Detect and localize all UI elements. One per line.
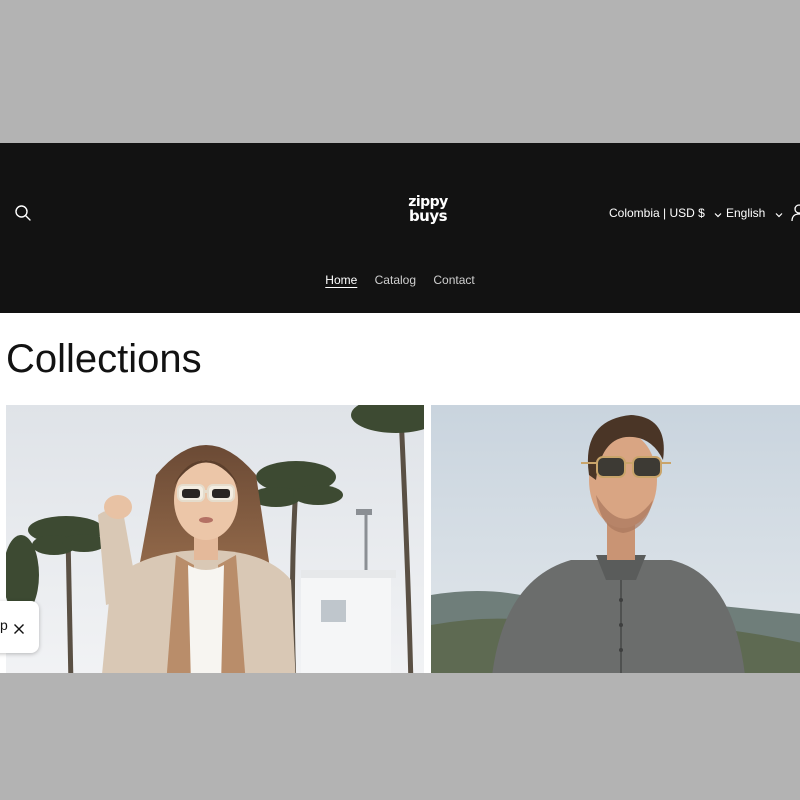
search-icon[interactable]	[14, 204, 32, 222]
user-icon[interactable]	[790, 203, 800, 223]
country-currency-label: Colombia | USD $	[609, 206, 705, 220]
close-icon[interactable]	[13, 620, 25, 634]
nav-link-catalog[interactable]: Catalog	[375, 273, 416, 287]
collection-image-women	[6, 405, 424, 673]
collection-card-women[interactable]	[6, 405, 424, 673]
language-label: English	[726, 206, 766, 220]
logo-line-2: buys	[408, 207, 448, 225]
chevron-down-icon	[775, 207, 783, 221]
site-logo[interactable]: zippy buys	[400, 195, 456, 235]
collection-card-men[interactable]	[431, 405, 800, 673]
main-navigation: Home Catalog Contact	[0, 273, 800, 287]
nav-link-home[interactable]: Home	[325, 273, 357, 287]
page-title: Collections	[6, 337, 202, 381]
site-header: zippy buys Colombia | USD $ English Home…	[0, 143, 800, 313]
language-selector[interactable]: English	[726, 206, 783, 221]
floating-popup: p	[0, 601, 39, 653]
browser-viewport: zippy buys Colombia | USD $ English Home…	[0, 143, 800, 673]
collection-image-men	[431, 405, 800, 673]
chevron-down-icon	[714, 207, 722, 221]
popup-text: p	[0, 617, 8, 633]
nav-link-contact[interactable]: Contact	[433, 273, 474, 287]
country-currency-selector[interactable]: Colombia | USD $	[609, 206, 722, 221]
